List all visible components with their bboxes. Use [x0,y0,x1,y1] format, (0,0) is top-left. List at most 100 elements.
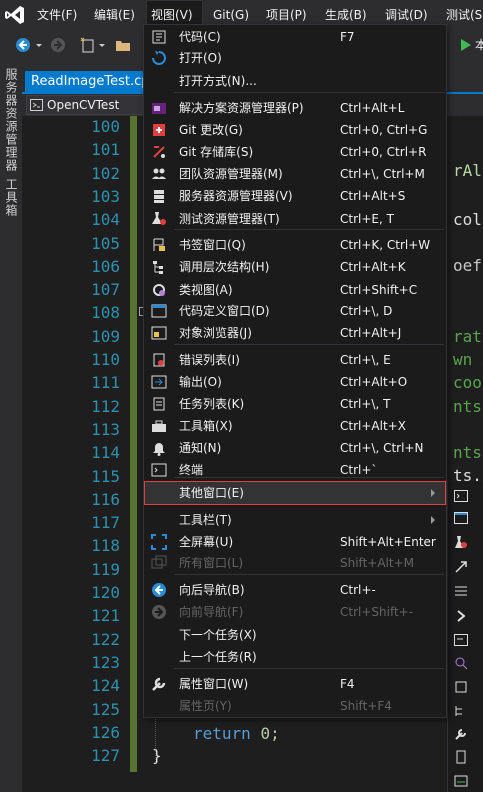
navigate-back-icon [152,583,166,597]
document-outline-icon[interactable] [454,750,468,764]
new-item-dropdown-icon[interactable] [97,37,107,53]
view-menu-item-label: 解决方案资源管理器(P) [179,101,304,115]
line-number: 112 [91,396,120,416]
view-menu-item[interactable]: Git 存储库(S) Ctrl+0, Ctrl+R [145,141,445,163]
view-menu-item-label: 属性页(Y) [179,699,232,713]
line-number: 126 [91,722,120,742]
code-return-value: 0; [260,724,280,743]
line-number: 113 [91,419,120,439]
class-icon[interactable] [454,680,468,694]
project-icon [30,99,43,111]
view-menu-item[interactable]: 测试资源管理器(T) Ctrl+E, T [145,208,445,230]
list-icon[interactable] [454,584,468,598]
view-menu-item-shortcut: Ctrl+Shift+C [340,283,418,297]
view-menu-item[interactable]: Git 更改(G) Ctrl+0, Ctrl+G [145,119,445,141]
view-menu-item[interactable]: 通知(N) Ctrl+\, Ctrl+N [145,437,445,459]
terminal-icon [151,463,167,477]
line-number: 119 [91,559,120,579]
view-menu-item[interactable]: 调用层次结构(H) Ctrl+Alt+K [145,256,445,278]
view-menu-item[interactable]: 属性窗口(W) F4 [145,673,445,695]
view-menu-item[interactable]: 其他窗口(E) [144,481,446,505]
view-menu-item-shortcut: Shift+F4 [340,699,392,713]
view-menu-item-label: Git 更改(G) [179,123,243,137]
view-menu-item[interactable]: 类视图(A) Ctrl+Shift+C [145,279,445,301]
console-icon[interactable] [454,633,468,647]
fullscreen-icon [151,534,167,550]
menu-test[interactable]: 测试(S) [442,0,483,30]
line-number: 101 [91,140,120,160]
view-menu-item[interactable]: 向前导航(F) Ctrl+Shift+- [145,601,445,623]
view-menu-item[interactable]: 错误列表(I) Ctrl+\, E [145,349,445,371]
run-label[interactable]: 本 [475,37,483,53]
view-menu-item[interactable]: 输出(O) Ctrl+Alt+O [145,371,445,393]
line-number: 124 [91,676,120,696]
view-menu-item[interactable]: 代码(C) F7 [145,26,445,48]
view-menu-item-label: 向后导航(B) [179,583,245,597]
view-menu-item-label: 全屏幕(U) [179,535,234,549]
class-view-icon [153,284,165,296]
line-number: 123 [91,652,120,672]
terminal-icon[interactable] [454,489,468,503]
run-icon[interactable] [458,37,474,53]
view-menu-item[interactable]: 团队资源管理器(M) Ctrl+\, Ctrl+M [145,163,445,185]
view-menu-item[interactable]: 工具箱(X) Ctrl+Alt+X [145,415,445,437]
view-menu-item[interactable]: 所有窗口(L) Shift+Alt+M [145,552,445,574]
line-number: 104 [91,210,120,230]
wrench-icon[interactable] [454,727,468,741]
code-fragment: oeff [453,256,483,275]
diagnostic-icon[interactable] [454,656,468,670]
new-item-icon[interactable] [80,37,96,53]
view-menu-item[interactable]: 上一个任务(R) [145,646,445,668]
server-explorer-tab[interactable]: 服务器资源管理器 [3,68,20,172]
back-icon[interactable] [15,37,31,53]
line-number: 107 [91,280,120,300]
code-fragment: coor [453,373,483,392]
line-number: 127 [91,746,120,766]
view-menu-item[interactable]: 下一个任务(X) [145,624,445,646]
line-number: 118 [91,536,120,556]
line-number: 103 [91,186,120,206]
back-dropdown-icon[interactable] [34,37,44,53]
view-menu-item[interactable]: 任务列表(K) Ctrl+\, T [145,393,445,415]
web-browser-icon[interactable] [454,511,468,525]
project-name: OpenCVTest [47,98,120,112]
view-menu-item[interactable]: 打开(O) [145,47,445,69]
view-menu-item-label: 向前导航(F) [179,605,244,619]
hierarchy-icon[interactable] [454,704,468,718]
view-menu-item[interactable]: 属性页(Y) Shift+F4 [145,695,445,717]
view-menu-item-label: 代码定义窗口(D) [179,304,270,318]
view-menu-item[interactable]: 对象浏览器(J) Ctrl+Alt+J [145,322,445,344]
view-menu-item-label: 输出(O) [179,375,222,389]
code-definition-icon [151,304,167,318]
toolbox-tab[interactable]: 工具箱 [3,178,20,217]
output-window-icon[interactable] [454,774,468,788]
view-menu-item-label: 代码(C) [179,30,221,44]
view-menu-item[interactable]: 工具栏(T) [145,509,445,531]
view-menu-item-shortcut: Ctrl+Alt+J [340,326,402,340]
view-menu-item-shortcut: Ctrl+\, T [340,397,391,411]
test-icon[interactable] [454,535,468,549]
resource-icon[interactable] [454,560,468,574]
view-menu-item[interactable]: 向后导航(B) Ctrl+- [145,579,445,601]
view-menu-item[interactable]: 书签窗口(Q) Ctrl+K, Ctrl+W [145,234,445,256]
view-menu-item-label: 团队资源管理器(M) [179,167,283,181]
object-browser-icon [151,326,167,340]
forward-icon[interactable] [50,37,66,53]
chevron-right-icon[interactable] [454,609,468,623]
view-menu-item[interactable]: 打开方式(N)... [145,70,445,92]
view-menu-item[interactable]: 解决方案资源管理器(P) Ctrl+Alt+L [145,97,445,119]
menu-edit[interactable]: 编辑(E) [90,0,139,30]
menu-separator [174,477,444,478]
view-menu-item[interactable]: 代码定义窗口(D) Ctrl+\, D [145,300,445,322]
view-menu-item-label: 属性窗口(W) [179,677,249,691]
menu-file[interactable]: 文件(F) [33,0,81,30]
project-dropdown[interactable]: OpenCVTest [26,95,144,115]
code-keyword-return: return [193,724,251,743]
view-menu-item[interactable]: 全屏幕(U) Shift+Alt+Enter [145,531,445,553]
bookmark-icon [153,238,165,251]
view-menu-item[interactable]: 服务器资源管理器(V) Ctrl+Alt+S [145,185,445,207]
menu-separator [174,668,444,669]
view-menu-item-shortcut: Ctrl+Alt+X [340,419,406,433]
visual-studio-logo-icon[interactable] [4,4,26,26]
open-folder-icon[interactable] [115,37,131,53]
